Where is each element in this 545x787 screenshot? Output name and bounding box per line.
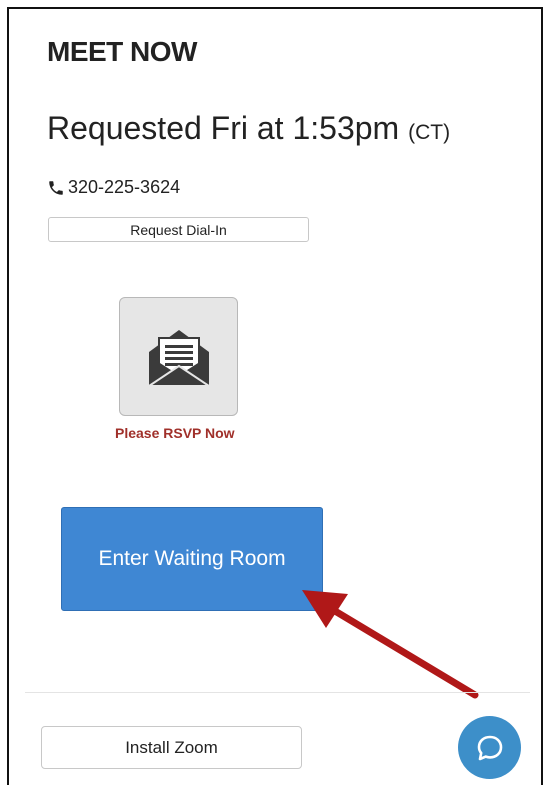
install-zoom-button[interactable]: Install Zoom xyxy=(41,726,302,769)
requested-time: Requested Fri at 1:53pm (CT) xyxy=(47,110,450,147)
chat-bubble-icon xyxy=(477,735,502,760)
envelope-letter-icon xyxy=(145,329,212,387)
footer-divider xyxy=(25,692,530,693)
page-title: MEET NOW xyxy=(47,36,198,67)
phone-row: 320-225-3624 xyxy=(47,177,180,198)
rsvp-button[interactable] xyxy=(119,297,238,416)
phone-number[interactable]: 320-225-3624 xyxy=(68,177,180,198)
timezone-label: (CT) xyxy=(408,121,451,144)
chat-button[interactable] xyxy=(458,716,521,779)
requested-time-text: Requested Fri at 1:53pm xyxy=(47,110,400,146)
enter-waiting-room-button[interactable]: Enter Waiting Room xyxy=(61,507,323,611)
phone-icon xyxy=(49,180,63,195)
rsvp-label[interactable]: Please RSVP Now xyxy=(115,425,235,441)
request-dial-in-button[interactable]: Request Dial-In xyxy=(48,217,309,242)
annotation-arrow xyxy=(302,590,479,699)
